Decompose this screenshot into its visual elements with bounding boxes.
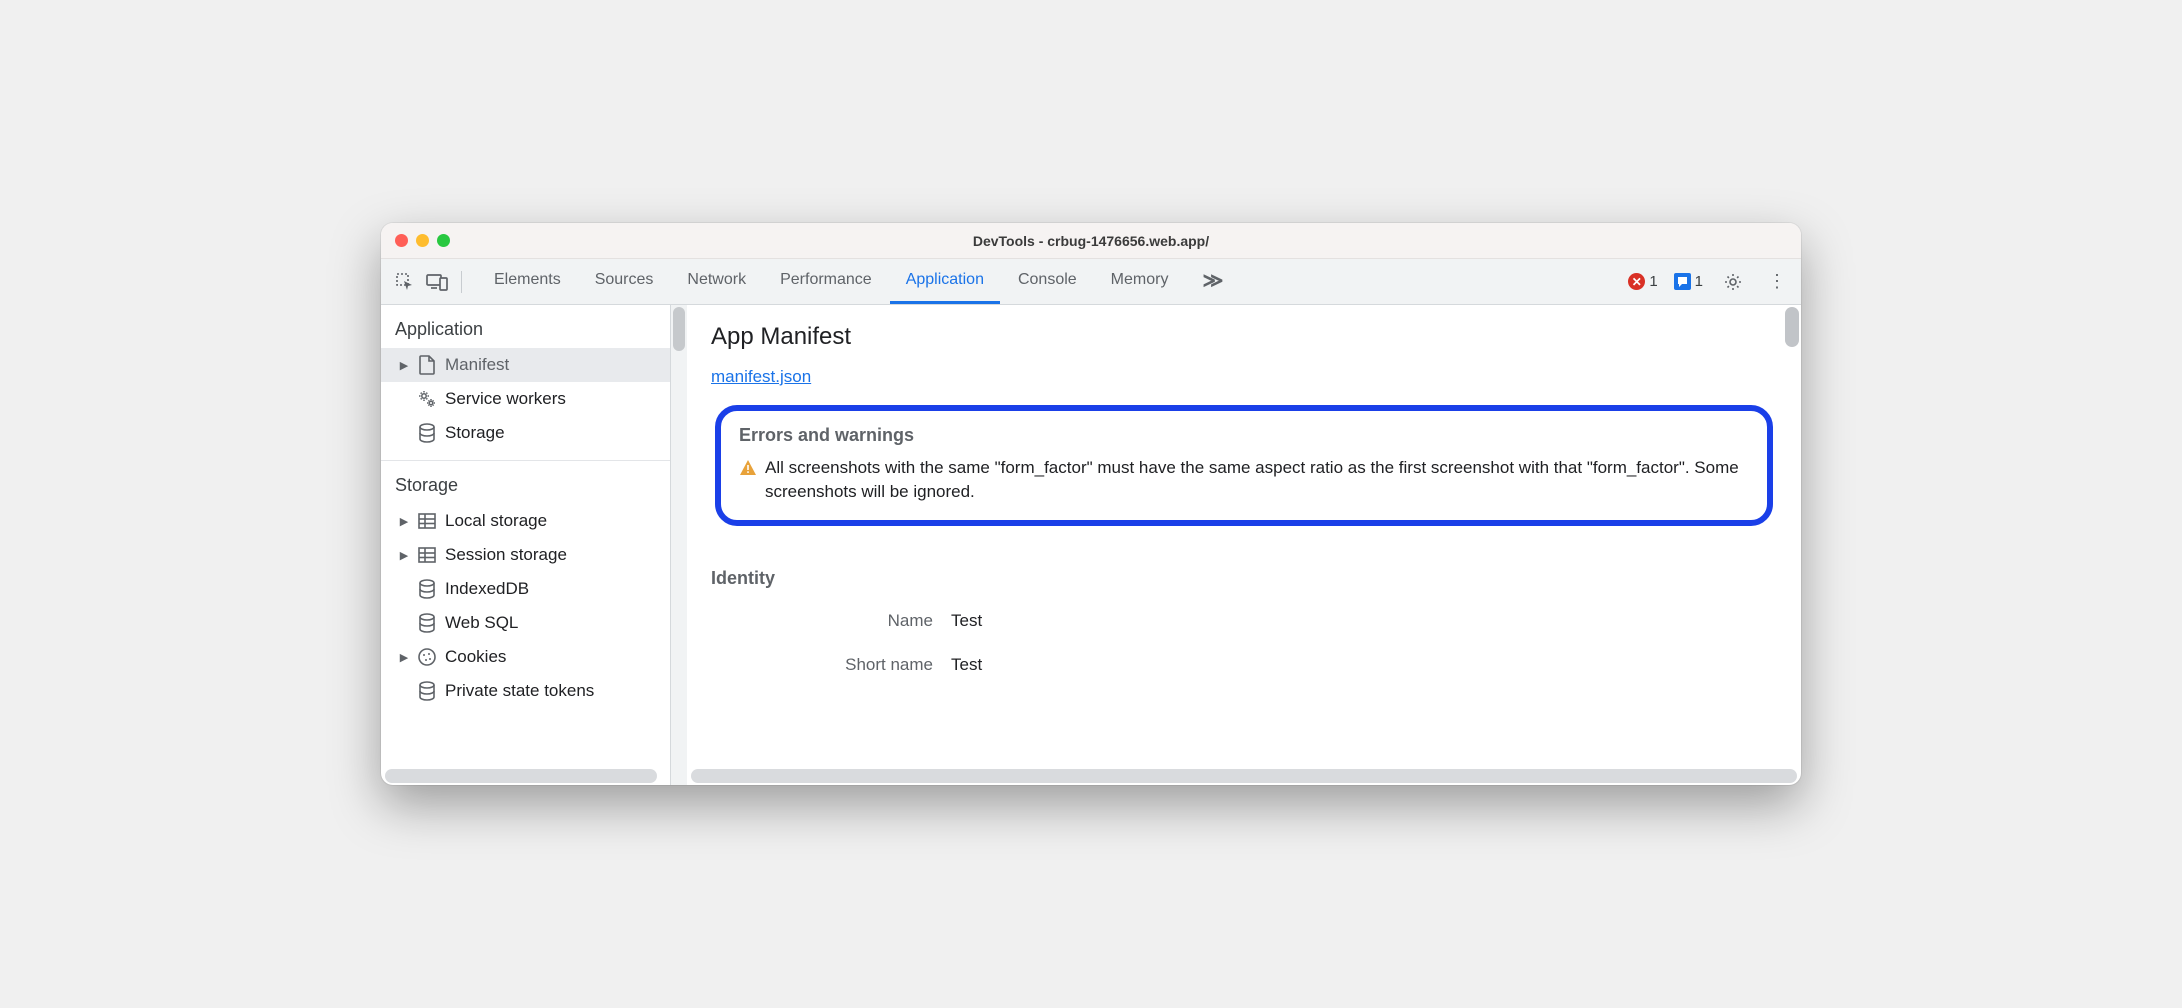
database-icon [417, 423, 437, 443]
file-icon [417, 355, 437, 375]
expand-arrow-icon[interactable]: ▶ [399, 549, 409, 562]
main-content: App Manifest manifest.json Errors and wa… [687, 305, 1801, 785]
main-horizontal-scrollbar[interactable] [691, 769, 1797, 783]
main-toolbar: Elements Sources Network Performance App… [381, 259, 1801, 305]
more-menu-icon[interactable]: ⋮ [1763, 268, 1791, 296]
scrollbar-thumb[interactable] [673, 307, 685, 351]
tab-memory[interactable]: Memory [1095, 259, 1185, 304]
sidebar-item-label: Local storage [445, 511, 547, 531]
expand-arrow-icon[interactable]: ▶ [399, 359, 409, 372]
sidebar-item-label: IndexedDB [445, 579, 529, 599]
issues-count: 1 [1695, 273, 1703, 290]
errors-warnings-box: Errors and warnings All screenshots with… [715, 405, 1773, 526]
identity-value: Test [951, 611, 982, 631]
toolbar-separator [461, 271, 462, 293]
sidebar-item-service-workers[interactable]: ▶ Service workers [381, 382, 670, 416]
window-title: DevTools - crbug-1476656.web.app/ [381, 233, 1801, 249]
sidebar-item-manifest[interactable]: ▶ Manifest [381, 348, 670, 382]
identity-title: Identity [711, 568, 1777, 589]
tab-sources[interactable]: Sources [579, 259, 670, 304]
main-vertical-scrollbar[interactable] [1785, 307, 1799, 347]
device-toolbar-icon[interactable] [423, 268, 451, 296]
identity-row-shortname: Short name Test [711, 643, 1777, 687]
tab-network[interactable]: Network [671, 259, 762, 304]
expand-arrow-icon[interactable]: ▶ [399, 651, 409, 664]
maximize-window-button[interactable] [437, 234, 450, 247]
sidebar-item-label: Private state tokens [445, 681, 594, 701]
identity-section: Identity Name Test Short name Test [711, 552, 1777, 687]
minimize-window-button[interactable] [416, 234, 429, 247]
warning-row: All screenshots with the same "form_fact… [739, 456, 1749, 504]
sidebar-horizontal-scrollbar[interactable] [385, 769, 657, 783]
tab-application[interactable]: Application [890, 259, 1000, 304]
sidebar-item-label: Storage [445, 423, 505, 443]
cookie-icon [417, 647, 437, 667]
settings-icon[interactable] [1719, 268, 1747, 296]
panel-body: Application ▶ Manifest ▶ Service workers [381, 305, 1801, 785]
sidebar-item-label: Web SQL [445, 613, 518, 633]
identity-key: Name [711, 611, 951, 631]
inspect-element-icon[interactable] [391, 268, 419, 296]
identity-key: Short name [711, 655, 951, 675]
tab-elements[interactable]: Elements [478, 259, 577, 304]
expand-arrow-icon[interactable]: ▶ [399, 515, 409, 528]
sidebar-vertical-scrollbar[interactable] [671, 305, 687, 785]
table-icon [417, 545, 437, 565]
sidebar-item-local-storage[interactable]: ▶ Local storage [381, 504, 670, 538]
sidebar-item-indexeddb[interactable]: ▶ IndexedDB [381, 572, 670, 606]
more-tabs-button[interactable]: ≫ [1186, 259, 1239, 304]
sidebar-section-storage: Storage [381, 461, 670, 504]
warning-icon [739, 459, 757, 477]
titlebar: DevTools - crbug-1476656.web.app/ [381, 223, 1801, 259]
errors-badge[interactable]: ✕ 1 [1628, 273, 1657, 290]
sidebar-item-session-storage[interactable]: ▶ Session storage [381, 538, 670, 572]
sidebar-item-storage[interactable]: ▶ Storage [381, 416, 670, 450]
application-sidebar: Application ▶ Manifest ▶ Service workers [381, 305, 671, 785]
issue-icon [1674, 273, 1691, 290]
sidebar-item-label: Session storage [445, 545, 567, 565]
gears-icon [417, 389, 437, 409]
toolbar-right: ✕ 1 1 ⋮ [1628, 268, 1791, 296]
sidebar-item-label: Service workers [445, 389, 566, 409]
tab-performance[interactable]: Performance [764, 259, 888, 304]
issues-badge[interactable]: 1 [1674, 273, 1703, 290]
errors-count: 1 [1649, 273, 1657, 290]
manifest-link[interactable]: manifest.json [711, 367, 811, 386]
warning-text: All screenshots with the same "form_fact… [765, 456, 1749, 504]
window-controls [381, 234, 450, 247]
sidebar-item-websql[interactable]: ▶ Web SQL [381, 606, 670, 640]
identity-value: Test [951, 655, 982, 675]
database-icon [417, 613, 437, 633]
sidebar-item-label: Manifest [445, 355, 509, 375]
devtools-window: DevTools - crbug-1476656.web.app/ Elemen… [381, 223, 1801, 785]
sidebar-section-application: Application [381, 305, 670, 348]
identity-row-name: Name Test [711, 599, 1777, 643]
error-icon: ✕ [1628, 273, 1645, 290]
sidebar-item-label: Cookies [445, 647, 506, 667]
database-icon [417, 579, 437, 599]
panel-tabs: Elements Sources Network Performance App… [478, 259, 1239, 304]
database-icon [417, 681, 437, 701]
sidebar-item-cookies[interactable]: ▶ Cookies [381, 640, 670, 674]
page-title: App Manifest [711, 323, 1777, 351]
errors-title: Errors and warnings [739, 425, 1749, 446]
close-window-button[interactable] [395, 234, 408, 247]
table-icon [417, 511, 437, 531]
sidebar-item-private-state-tokens[interactable]: ▶ Private state tokens [381, 674, 670, 708]
tab-console[interactable]: Console [1002, 259, 1093, 304]
